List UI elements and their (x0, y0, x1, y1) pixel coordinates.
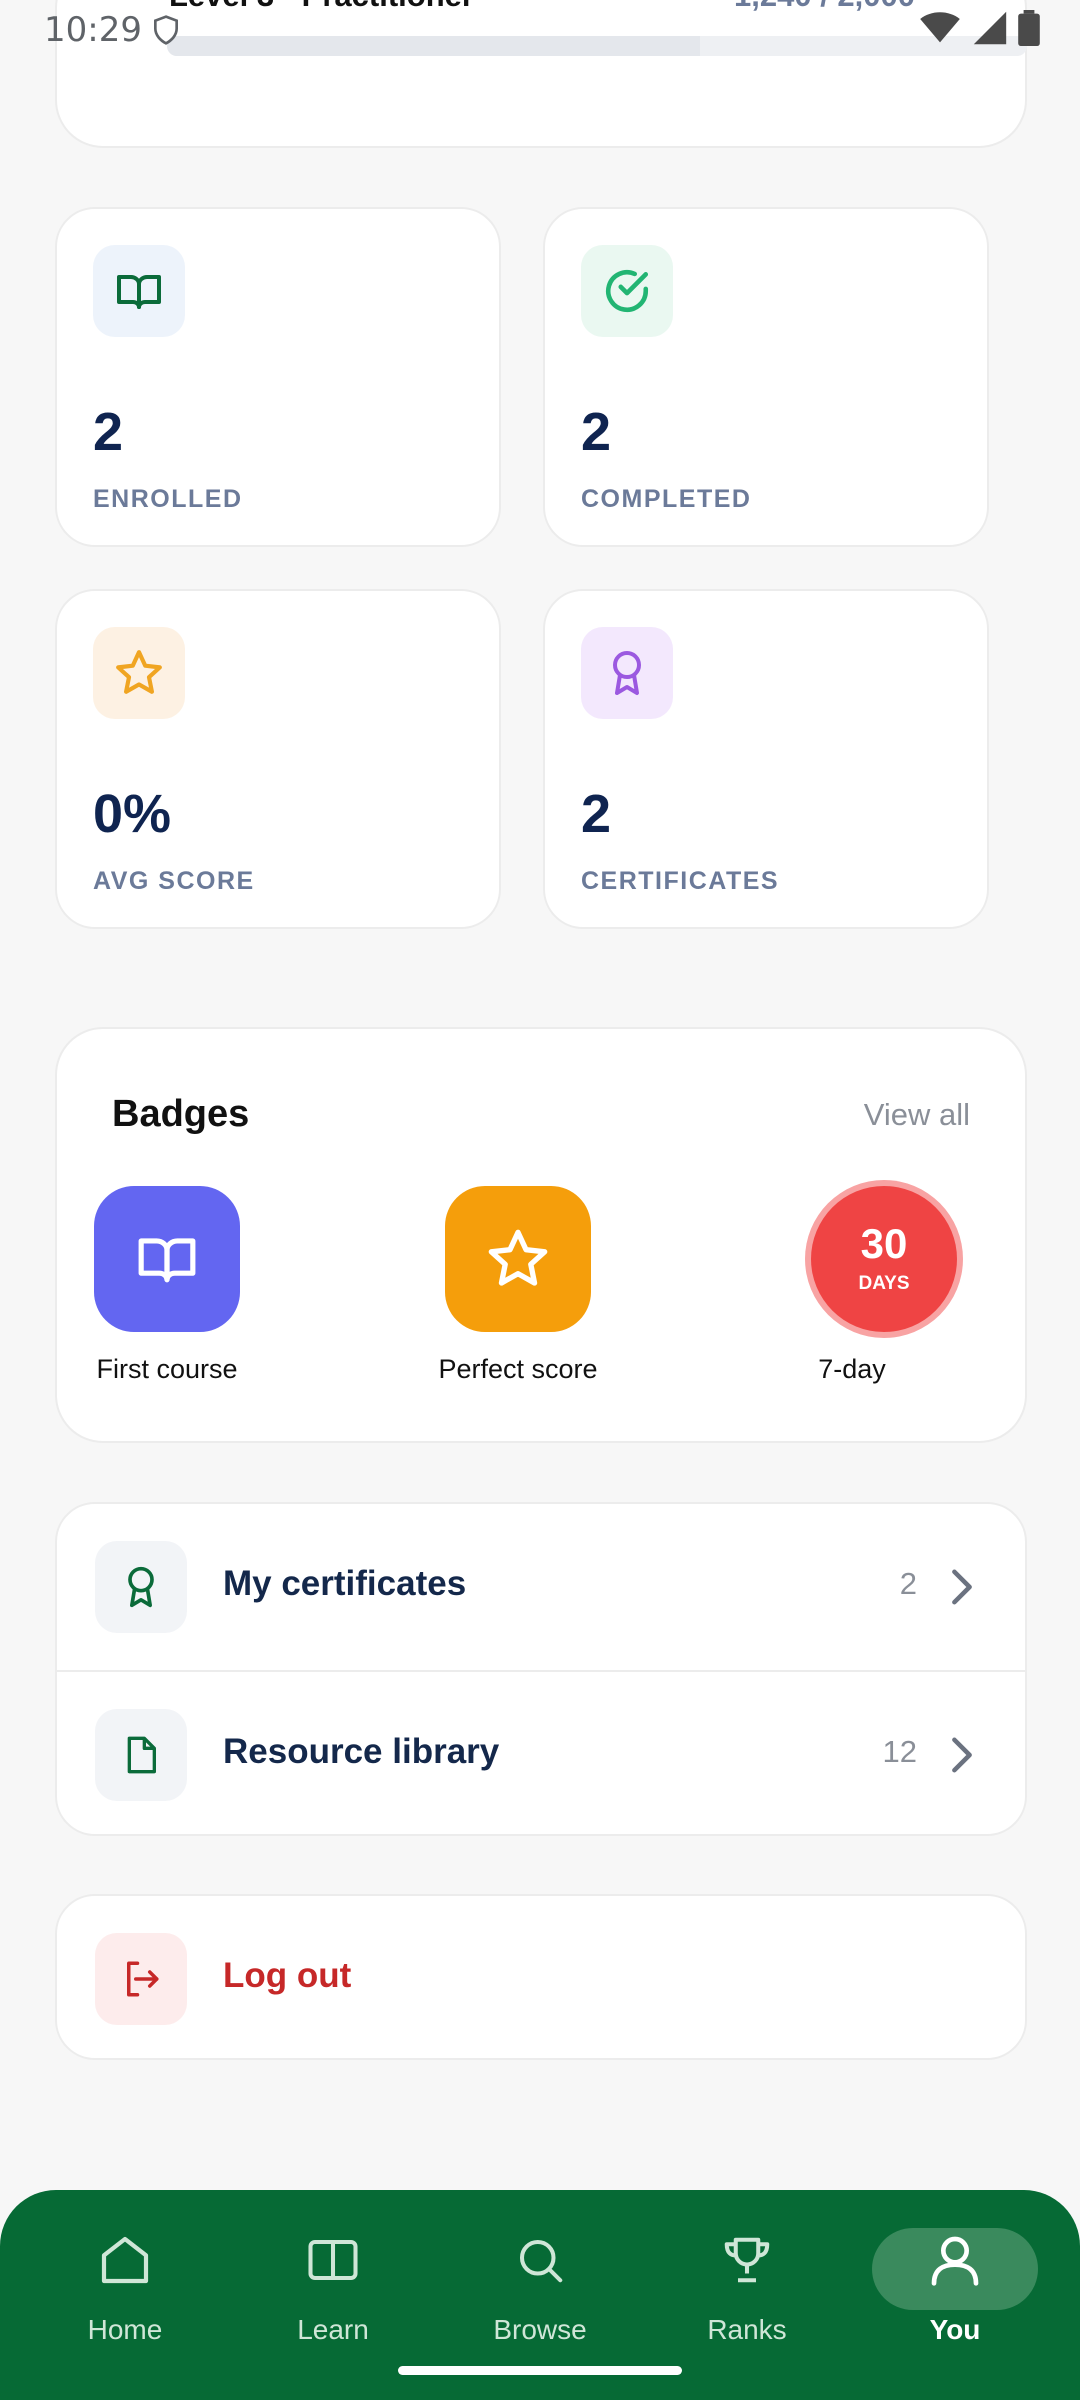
stat-card-avg-score: 0% AVG SCORE (55, 589, 501, 929)
search-icon (455, 2210, 625, 2310)
badge-perfect-score[interactable]: Perfect score (398, 1186, 638, 1385)
menu-item-certificates[interactable]: My certificates 2 (57, 1504, 1025, 1670)
badge-label: 7-day (818, 1354, 886, 1384)
book-icon (248, 2210, 418, 2310)
chevron-right-icon (952, 1569, 972, 1605)
menu-item-count: 2 (899, 1566, 917, 1601)
stat-value: 2 (581, 402, 612, 462)
menu-item-label: Resource library (223, 1732, 500, 1771)
check-circle-icon (581, 245, 673, 337)
stat-card-enrolled: 2 ENROLLED (55, 207, 501, 547)
menu-list: My certificates 2 Resource library 12 (55, 1502, 1027, 1836)
logout-button[interactable]: Log out (55, 1894, 1027, 2060)
stat-card-completed: 2 COMPLETED (543, 207, 989, 547)
user-icon (870, 2210, 1040, 2310)
nav-label: Ranks (707, 2314, 787, 2345)
home-icon (40, 2210, 210, 2310)
logout-icon (95, 1933, 187, 2025)
battery-icon (1018, 10, 1040, 46)
home-indicator (398, 2366, 682, 2375)
wifi-icon (920, 12, 960, 43)
book-open-icon (94, 1186, 240, 1332)
badge-first-course[interactable]: First course (47, 1186, 287, 1385)
streak-unit: DAYS (858, 1273, 910, 1294)
star-icon (445, 1186, 591, 1332)
logout-label: Log out (223, 1956, 352, 1995)
view-all-badges-link[interactable]: View all (864, 1097, 970, 1133)
award-icon (95, 1541, 187, 1633)
shield-icon (154, 15, 178, 45)
status-bar: 10:29 (0, 0, 1080, 64)
status-time: 10:29 (44, 10, 142, 50)
stat-value: 2 (581, 784, 612, 844)
stat-label: COMPLETED (581, 485, 752, 513)
file-icon (95, 1709, 187, 1801)
nav-label: Home (87, 2314, 163, 2345)
stat-card-certificates: 2 CERTIFICATES (543, 589, 989, 929)
badges-card: Badges View all First course Perfect sco… (55, 1027, 1027, 1443)
badge-label: Perfect score (438, 1354, 598, 1384)
nav-label: Browse (493, 2314, 587, 2345)
streak-number: 30 (860, 1220, 908, 1267)
stat-value: 2 (93, 402, 124, 462)
star-icon (93, 627, 185, 719)
signal-icon (973, 11, 1007, 45)
stat-label: ENROLLED (93, 485, 243, 513)
book-open-icon (93, 245, 185, 337)
trophy-icon (662, 2210, 832, 2310)
nav-home[interactable]: Home (40, 2210, 210, 2360)
streak-badge-icon: 30 DAYS (811, 1186, 957, 1332)
badge-label: First course (96, 1354, 238, 1384)
nav-ranks[interactable]: Ranks (662, 2210, 832, 2360)
nav-label: You (929, 2314, 981, 2345)
stat-label: AVG SCORE (93, 867, 255, 895)
nav-browse[interactable]: Browse (455, 2210, 625, 2360)
status-icons (918, 10, 1040, 46)
chevron-right-icon (952, 1737, 972, 1773)
menu-item-resource-library[interactable]: Resource library 12 (57, 1670, 1025, 1834)
badges-title: Badges (112, 1093, 250, 1135)
stat-label: CERTIFICATES (581, 867, 780, 895)
stat-value: 0% (93, 784, 172, 844)
award-icon (581, 627, 673, 719)
nav-you[interactable]: You (870, 2210, 1040, 2360)
badge-streak[interactable]: 30 DAYS 7-day (784, 1186, 984, 1385)
menu-item-count: 12 (882, 1734, 917, 1769)
menu-item-label: My certificates (223, 1564, 467, 1603)
nav-learn[interactable]: Learn (248, 2210, 418, 2360)
nav-label: Learn (297, 2314, 369, 2345)
